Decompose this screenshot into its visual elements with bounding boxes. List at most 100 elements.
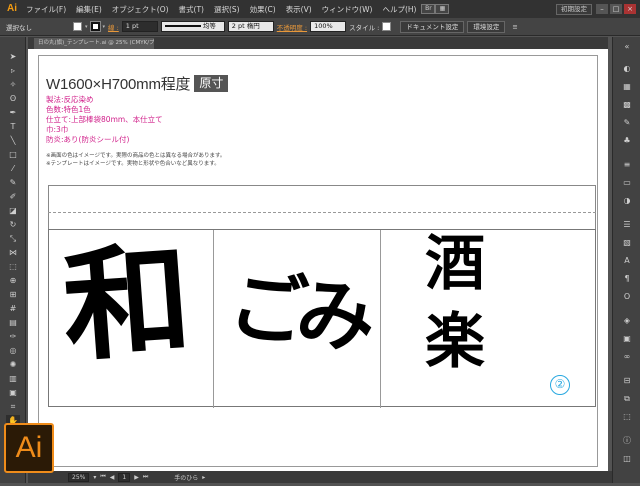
maximize-button[interactable]: □: [610, 4, 622, 14]
layers-icon[interactable]: ◈: [620, 315, 634, 327]
paintbrush-icon[interactable]: ⁄: [6, 163, 20, 175]
rectangle-icon[interactable]: □: [6, 149, 20, 161]
free-transform-icon[interactable]: ⬚: [6, 261, 20, 273]
workspace-switcher[interactable]: 初期設定: [556, 3, 592, 15]
symbols-icon[interactable]: ♣: [620, 135, 634, 147]
stroke-swatch[interactable]: [89, 21, 101, 32]
info-icon[interactable]: ⓘ: [620, 435, 634, 447]
chevron-down-icon[interactable]: ▾: [85, 24, 88, 30]
opacity-field[interactable]: 100%: [310, 21, 347, 32]
character-icon[interactable]: A: [620, 255, 634, 267]
line-icon[interactable]: ╲: [6, 135, 20, 147]
expand-panels-icon[interactable]: «: [620, 41, 634, 53]
stroke-panel-icon[interactable]: ≡: [620, 159, 634, 171]
close-button[interactable]: ×: [624, 4, 636, 14]
menu-window[interactable]: ウィンドウ(W): [317, 4, 378, 15]
graphic-styles-icon[interactable]: ▧: [620, 237, 634, 249]
perspective-icon[interactable]: ⊞: [6, 289, 20, 301]
menu-view[interactable]: 表示(V): [281, 4, 317, 15]
brushes-icon[interactable]: ✎: [620, 117, 634, 129]
menu-effect[interactable]: 効果(C): [245, 4, 281, 15]
eraser-icon[interactable]: ◪: [6, 205, 20, 217]
swatches-icon[interactable]: ▩: [620, 99, 634, 111]
slice-icon[interactable]: ⌗: [6, 401, 20, 413]
note-template: ※テンプレートはイメージです。実物と形状や色合いなど異なります。: [46, 161, 220, 167]
preferences-button[interactable]: 環境設定: [467, 20, 506, 33]
document-tab-bar: 日の丸(旗)_テンプレート.ai @ 25% (CMYK/プレビュー): [28, 37, 608, 49]
fill-swatch[interactable]: [73, 22, 82, 31]
minimize-button[interactable]: –: [596, 4, 608, 14]
size-heading: W1600×H700mm程度 原寸: [46, 73, 229, 94]
menu-object[interactable]: オブジェクト(O): [107, 4, 174, 15]
zoom-field[interactable]: 25%: [68, 472, 90, 482]
stroke-weight-field[interactable]: 1 pt: [121, 21, 158, 32]
pencil-icon[interactable]: ✎: [6, 177, 20, 189]
prev-page-icon[interactable]: ◀: [110, 474, 115, 481]
width-icon[interactable]: ⋈: [6, 247, 20, 259]
selection-status: 選択なし: [6, 23, 32, 32]
menu-file[interactable]: ファイル(F): [21, 4, 71, 15]
menu-select[interactable]: 選択(S): [209, 4, 245, 15]
stroke-profile-select[interactable]: 均等: [160, 21, 225, 32]
selection-icon[interactable]: ➤: [6, 51, 20, 63]
shape-builder-icon[interactable]: ⊕: [6, 275, 20, 287]
gradient-panel-icon[interactable]: ▭: [620, 177, 634, 189]
first-page-icon[interactable]: ⏮: [100, 473, 105, 481]
size-badge: 原寸: [194, 75, 229, 92]
menu-edit[interactable]: 編集(E): [71, 4, 107, 15]
mesh-icon[interactable]: #: [6, 303, 20, 315]
menu-icon[interactable]: ≡: [512, 23, 517, 31]
stroke-panel-link[interactable]: 線 :: [108, 22, 119, 32]
pen-icon[interactable]: ✒: [6, 107, 20, 119]
noren-design: 和 ごみ 酒 楽: [48, 185, 596, 408]
arrange-documents-icon[interactable]: ▦: [435, 4, 450, 14]
brush-select[interactable]: 2 pt 楕円: [227, 21, 274, 32]
last-page-icon[interactable]: ⏭: [143, 473, 148, 481]
navigator-icon[interactable]: ◫: [620, 453, 634, 465]
blob-brush-icon[interactable]: ✐: [6, 191, 20, 203]
transform-icon[interactable]: ⬚: [620, 411, 634, 423]
status-menu-icon[interactable]: ▸: [202, 474, 205, 481]
graph-icon[interactable]: ▥: [6, 373, 20, 385]
transparency-icon[interactable]: ◑: [620, 195, 634, 207]
spec-list: 製法:反応染め 色数:特色1色 仕立て:上部棒袋80mm、本仕立て 巾:3巾 防…: [46, 95, 163, 145]
graphic-style-swatch[interactable]: [382, 22, 392, 31]
panel-divider: [380, 230, 381, 408]
next-page-icon[interactable]: ▶: [134, 474, 139, 481]
blend-icon[interactable]: ◎: [6, 345, 20, 357]
canvas[interactable]: W1600×H700mm程度 原寸 製法:反応染め 色数:特色1色 仕立て:上部…: [28, 49, 608, 471]
bridge-icon[interactable]: Br: [421, 4, 436, 14]
gradient-icon[interactable]: ▤: [6, 317, 20, 329]
magic-wand-icon[interactable]: ✧: [6, 79, 20, 91]
symbol-sprayer-icon[interactable]: ✺: [6, 359, 20, 371]
illustrator-window: Ai ファイル(F) 編集(E) オブジェクト(O) 書式(T) 選択(S) 効…: [0, 0, 640, 486]
links-icon[interactable]: ∞: [620, 351, 634, 363]
chevron-down-icon[interactable]: ▾: [103, 24, 106, 30]
document-setup-button[interactable]: ドキュメント設定: [400, 20, 465, 33]
type-icon[interactable]: T: [6, 121, 20, 133]
color-panel-icon[interactable]: ◐: [620, 63, 634, 75]
menu-help[interactable]: ヘルプ(H): [377, 4, 421, 15]
style-label: スタイル :: [349, 23, 380, 32]
lasso-icon[interactable]: ʘ: [6, 93, 20, 105]
appearance-icon[interactable]: ☰: [620, 219, 634, 231]
eyedropper-icon[interactable]: ✑: [6, 331, 20, 343]
document-tab[interactable]: 日の丸(旗)_テンプレート.ai @ 25% (CMYK/プレビュー): [34, 38, 154, 49]
artboards-panel-icon[interactable]: ▣: [620, 333, 634, 345]
pathfinder-icon[interactable]: ⧉: [620, 393, 634, 405]
color-guide-icon[interactable]: ▦: [620, 81, 634, 93]
paragraph-icon[interactable]: ¶: [620, 273, 634, 285]
opacity-panel-link[interactable]: 不透明度 :: [277, 22, 307, 32]
scale-icon[interactable]: ⤡: [6, 233, 20, 245]
align-icon[interactable]: ⊟: [620, 375, 634, 387]
direct-selection-icon[interactable]: ▹: [6, 65, 20, 77]
spec-finishing: 仕立て:上部棒袋80mm、本仕立て: [46, 115, 163, 124]
artboard-icon[interactable]: ▣: [6, 387, 20, 399]
tools-panel: ➤ ▹ ✧ ʘ ✒ T ╲ □ ⁄ ✎ ✐ ◪ ↻ ⤡ ⋈ ⬚ ⊕ ⊞ # ▤ …: [0, 37, 26, 483]
rotate-icon[interactable]: ↻: [6, 219, 20, 231]
menu-type[interactable]: 書式(T): [174, 4, 209, 15]
page-field[interactable]: 1: [118, 472, 131, 482]
opentype-icon[interactable]: O: [620, 291, 634, 303]
chevron-down-icon[interactable]: ▾: [93, 474, 96, 481]
stroke-style-label: 均等: [202, 22, 216, 30]
